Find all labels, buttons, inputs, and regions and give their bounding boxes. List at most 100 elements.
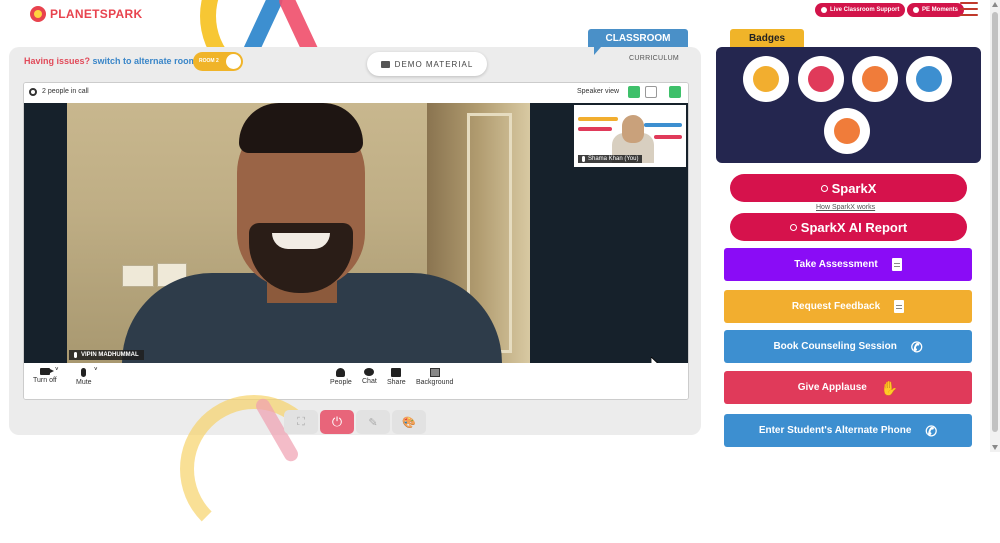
- camera-icon: [913, 7, 919, 13]
- alternate-phone-label: Enter Student's Alternate Phone: [758, 425, 912, 436]
- tab-curriculum[interactable]: CURRICULUM: [629, 55, 679, 62]
- scrollbar-thumb[interactable]: [992, 12, 998, 432]
- chat-button[interactable]: Chat: [362, 368, 377, 385]
- self-participant-face: [622, 115, 644, 143]
- mute-button[interactable]: Mute: [76, 368, 92, 386]
- planetspark-logo[interactable]: PLANETSPARK: [30, 6, 142, 22]
- share-label: Share: [387, 379, 406, 386]
- participant-hair: [239, 103, 363, 153]
- demo-material-button[interactable]: DEMO MATERIAL: [367, 52, 487, 76]
- mic-icon: [74, 352, 77, 358]
- fist-icon: [808, 66, 834, 92]
- badge-idea[interactable]: [908, 58, 950, 100]
- pen-tool-button[interactable]: ✎: [356, 410, 390, 434]
- scroll-up-icon[interactable]: [992, 2, 998, 7]
- issues-prefix: Having issues?: [24, 56, 91, 66]
- microphone-icon: [81, 368, 87, 377]
- book-counseling-label: Book Counseling Session: [773, 341, 897, 352]
- background-button[interactable]: Background: [416, 368, 453, 386]
- share-button[interactable]: Share: [387, 368, 406, 386]
- logo-icon: [30, 6, 46, 22]
- request-feedback-button[interactable]: Request Feedback: [724, 290, 972, 323]
- switch-room-link[interactable]: switch to alternate room: [93, 56, 197, 66]
- self-participant-tag: Shama Khan (You): [578, 155, 643, 163]
- grid-view-icon[interactable]: [645, 86, 657, 98]
- take-assessment-button[interactable]: Take Assessment: [724, 248, 972, 281]
- badges-tab: Badges: [730, 29, 804, 47]
- give-applause-label: Give Applause: [797, 382, 867, 393]
- pe-moments-label: PE Moments: [922, 7, 959, 13]
- sparkx-label: SparkX: [831, 180, 877, 196]
- meditation-icon: [862, 66, 888, 92]
- room-toggle-label: ROOM 2: [199, 58, 219, 64]
- turn-off-label: Turn off: [33, 377, 57, 384]
- video-area: VIPIN MADHUMMAL Shama Khan (You): [24, 103, 688, 369]
- sparkx-report-label: SparkX AI Report: [800, 219, 908, 235]
- thumbnail-decor: [578, 117, 618, 121]
- phone-icon: ✆: [925, 422, 938, 439]
- people-label: People: [330, 379, 352, 386]
- mic-icon: [582, 156, 585, 162]
- badge-trophy[interactable]: [745, 58, 787, 100]
- self-participant-name: Shama Khan (You): [588, 156, 639, 162]
- speaker-view-icon[interactable]: [628, 86, 640, 98]
- main-participant-tag: VIPIN MADHUMMAL: [69, 350, 144, 360]
- lightbulb-icon: [916, 66, 942, 92]
- palette-button[interactable]: 🎨: [392, 410, 426, 434]
- main-video-feed: [67, 103, 530, 363]
- live-classroom-support-button[interactable]: Live Classroom Support: [815, 3, 906, 17]
- badge-brain[interactable]: [826, 110, 868, 152]
- people-button[interactable]: People: [330, 368, 352, 386]
- call-header: 2 people in call Speaker view: [24, 83, 688, 103]
- chat-bubble-icon: [364, 368, 375, 376]
- people-in-call-count: 2 people in call: [42, 88, 89, 95]
- hamburger-menu-icon[interactable]: [960, 2, 978, 16]
- sparkx-ai-report-button[interactable]: SparkX AI Report: [730, 213, 967, 241]
- thumbnail-decor: [578, 127, 612, 131]
- live-support-label: Live Classroom Support: [830, 7, 900, 13]
- chevron-down-icon[interactable]: ˅: [94, 367, 98, 373]
- phone-icon: ✆: [910, 338, 923, 355]
- fullscreen-button[interactable]: ⛶: [284, 410, 318, 434]
- participant-smile: [272, 233, 330, 249]
- badge-fist[interactable]: [800, 58, 842, 100]
- toggle-knob: [226, 54, 241, 69]
- room-toggle[interactable]: ROOM 2: [193, 52, 243, 71]
- end-class-power-button[interactable]: ⏻: [320, 410, 354, 434]
- enter-alternate-phone-button[interactable]: Enter Student's Alternate Phone ✆: [724, 414, 972, 447]
- wall-outlet: [122, 265, 154, 287]
- give-applause-button[interactable]: Give Applause ✋: [724, 371, 972, 404]
- sparkx-button[interactable]: SparkX: [730, 174, 967, 202]
- how-sparkx-works-link[interactable]: How SparkX works: [816, 204, 875, 211]
- video-call-window: 2 people in call Speaker view VIPIN MADH…: [23, 82, 689, 400]
- settings-gear-icon[interactable]: [29, 88, 37, 96]
- mute-label: Mute: [76, 379, 92, 386]
- main-participant-name: VIPIN MADHUMMAL: [81, 352, 139, 358]
- folder-icon: [380, 60, 390, 68]
- clipboard-icon: [891, 258, 902, 271]
- video-camera-icon: [39, 368, 54, 375]
- people-icon: [336, 368, 346, 377]
- chat-label: Chat: [362, 378, 377, 385]
- share-screen-icon: [391, 368, 402, 377]
- pe-moments-button[interactable]: PE Moments: [907, 3, 965, 17]
- background-label: Background: [416, 379, 454, 386]
- thumbnail-decor: [644, 123, 682, 127]
- chevron-down-icon[interactable]: ˅: [55, 367, 59, 373]
- demo-material-label: DEMO MATERIAL: [394, 59, 474, 69]
- take-assessment-label: Take Assessment: [794, 259, 878, 270]
- call-controls: Turn off ˅ Mute ˅ People Chat Share Back…: [24, 363, 688, 399]
- spark-icon: [789, 223, 797, 231]
- document-icon: [894, 300, 905, 313]
- camera-toggle-button[interactable]: Turn off: [33, 368, 57, 384]
- picture-in-picture-icon[interactable]: [669, 86, 681, 98]
- scroll-down-icon[interactable]: [992, 445, 998, 450]
- page-scrollbar[interactable]: [990, 0, 1000, 452]
- spark-icon: [820, 184, 828, 192]
- book-counseling-session-button[interactable]: Book Counseling Session ✆: [724, 330, 972, 363]
- badges-panel: [716, 47, 981, 163]
- badge-meditation[interactable]: [854, 58, 896, 100]
- self-video-thumbnail[interactable]: Shama Khan (You): [574, 105, 686, 167]
- trophy-icon: [753, 66, 779, 92]
- tab-classroom[interactable]: CLASSROOM: [588, 29, 688, 55]
